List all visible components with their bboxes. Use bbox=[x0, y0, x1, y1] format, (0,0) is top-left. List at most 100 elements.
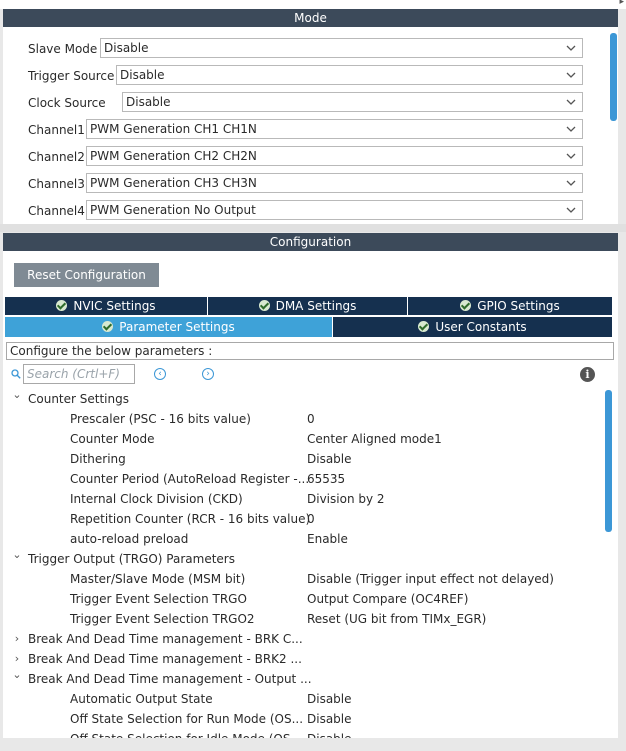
tree-group-row[interactable]: ⌄ Trigger Output (TRGO) Parameters bbox=[3, 548, 603, 569]
check-circle-icon bbox=[460, 300, 472, 311]
tab-user-constants[interactable]: User Constants bbox=[333, 317, 612, 337]
check-circle-icon bbox=[418, 321, 430, 332]
chevron-down-icon bbox=[566, 99, 576, 105]
tab-label: GPIO Settings bbox=[477, 299, 560, 313]
tree-group-label: Counter Settings bbox=[28, 392, 129, 406]
parameter-name: Trigger Event Selection TRGO bbox=[70, 592, 247, 606]
clock-source-label: Clock Source bbox=[28, 96, 106, 110]
chevron-down-icon bbox=[566, 126, 576, 132]
parameter-value[interactable]: Disable (Trigger input effect not delaye… bbox=[307, 569, 554, 589]
parameter-name: Dithering bbox=[70, 452, 126, 466]
slave-mode-select[interactable]: Disable bbox=[100, 38, 583, 58]
channel1-select[interactable]: PWM Generation CH1 CH1N bbox=[86, 119, 583, 139]
parameter-row[interactable]: Master/Slave Mode (MSM bit) Disable (Trig… bbox=[3, 569, 603, 589]
parameter-value[interactable]: Disable bbox=[307, 689, 352, 709]
chevron-down-icon[interactable]: ⌄ bbox=[11, 385, 23, 405]
parameter-value[interactable]: Division by 2 bbox=[307, 489, 385, 509]
search-icon bbox=[11, 369, 21, 379]
parameter-name: Internal Clock Division (CKD) bbox=[70, 492, 243, 506]
check-circle-icon bbox=[102, 321, 114, 332]
parameter-row[interactable]: Off State Selection for Run Mode (OS... D… bbox=[3, 709, 603, 729]
info-icon[interactable]: i bbox=[580, 367, 595, 382]
tab-nvic-settings[interactable]: NVIC Settings bbox=[5, 297, 207, 315]
check-circle-icon bbox=[56, 300, 68, 311]
tab-label: NVIC Settings bbox=[73, 299, 156, 313]
parameter-value[interactable]: 0 bbox=[307, 409, 315, 429]
parameter-name: Off State Selection for Run Mode (OS... bbox=[70, 712, 304, 726]
parameter-value[interactable]: 0 bbox=[307, 509, 315, 529]
chevron-down-icon bbox=[566, 72, 576, 78]
tree-group-row[interactable]: › Break And Dead Time management - BRK C.… bbox=[3, 629, 603, 649]
next-result-icon[interactable]: › bbox=[202, 368, 214, 380]
channel3-value: PWM Generation CH3 CH3N bbox=[90, 176, 257, 190]
parameter-row[interactable]: Counter Period (AutoReload Register -...… bbox=[3, 469, 603, 489]
search-placeholder: Search (Crtl+F) bbox=[27, 367, 120, 381]
config-scrollbar[interactable] bbox=[605, 390, 612, 532]
tab-label: DMA Settings bbox=[275, 299, 357, 313]
parameter-row[interactable]: Counter Mode Center Aligned mode1 bbox=[3, 429, 603, 449]
channel1-label: Channel1 bbox=[28, 123, 85, 137]
chevron-down-icon[interactable]: ⌄ bbox=[11, 545, 23, 565]
tree-group-row[interactable]: ⌄ Break And Dead Time management - Output… bbox=[3, 668, 603, 689]
parameter-row[interactable]: Trigger Event Selection TRGO2 Reset (UG b… bbox=[3, 609, 603, 629]
channel3-select[interactable]: PWM Generation CH3 CH3N bbox=[86, 173, 583, 193]
parameter-row[interactable]: Off State Selection for Idle Mode (OS...… bbox=[3, 729, 603, 738]
channel1-value: PWM Generation CH1 CH1N bbox=[90, 122, 257, 136]
channel2-value: PWM Generation CH2 CH2N bbox=[90, 149, 257, 163]
tree-group-label: Break And Dead Time management - BRK C..… bbox=[28, 632, 303, 646]
channel3-label: Channel3 bbox=[28, 177, 85, 191]
parameter-value[interactable]: Reset (UG bit from TIMx_EGR) bbox=[307, 609, 486, 629]
clock-source-select[interactable]: Disable bbox=[122, 92, 583, 112]
tab-label: Parameter Settings bbox=[119, 320, 235, 334]
parameter-name: auto-reload preload bbox=[70, 532, 189, 546]
tree-group-row[interactable]: › Break And Dead Time management - BRK2 .… bbox=[3, 649, 603, 669]
parameter-name: Counter Mode bbox=[70, 432, 155, 446]
parameter-row[interactable]: Automatic Output State Disable bbox=[3, 689, 603, 709]
parameter-name: Trigger Event Selection TRGO2 bbox=[70, 612, 255, 626]
parameter-row[interactable]: Repetition Counter (RCR - 16 bits value)… bbox=[3, 509, 603, 529]
channel4-label: Channel4 bbox=[28, 204, 85, 218]
bottom-strip bbox=[0, 738, 626, 751]
parameter-row[interactable]: Internal Clock Division (CKD) Division by… bbox=[3, 489, 603, 509]
chevron-down-icon bbox=[566, 45, 576, 51]
panel-divider[interactable] bbox=[0, 224, 626, 232]
channel4-value: PWM Generation No Output bbox=[90, 203, 256, 217]
parameter-name: Automatic Output State bbox=[70, 692, 213, 706]
search-input[interactable]: Search (Crtl+F) bbox=[23, 364, 135, 384]
parameter-value[interactable]: Disable bbox=[307, 709, 352, 729]
parameter-name: Counter Period (AutoReload Register -... bbox=[70, 472, 310, 486]
parameter-value[interactable]: Output Compare (OC4REF) bbox=[307, 589, 468, 609]
previous-result-icon[interactable]: ‹ bbox=[154, 368, 166, 380]
tree-group-label: Break And Dead Time management - BRK2 ..… bbox=[28, 652, 302, 666]
tab-gpio-settings[interactable]: GPIO Settings bbox=[408, 297, 612, 315]
trigger-source-select[interactable]: Disable bbox=[116, 65, 583, 85]
slave-mode-value: Disable bbox=[104, 41, 149, 55]
parameter-value[interactable]: 65535 bbox=[307, 469, 345, 489]
tab-parameter-settings[interactable]: Parameter Settings bbox=[5, 317, 332, 337]
top-strip: ▸ bbox=[0, 0, 626, 9]
parameter-value[interactable]: Enable bbox=[307, 529, 348, 549]
channel2-select[interactable]: PWM Generation CH2 CH2N bbox=[86, 146, 583, 166]
reset-configuration-button[interactable]: Reset Configuration bbox=[14, 263, 159, 287]
chevron-down-icon[interactable]: ⌄ bbox=[11, 665, 23, 685]
configuration-panel: Reset Configuration NVIC Settings DMA Se… bbox=[3, 251, 618, 738]
parameter-value[interactable]: Center Aligned mode1 bbox=[307, 429, 442, 449]
parameter-name: Master/Slave Mode (MSM bit) bbox=[70, 572, 246, 586]
scroll-up-icon[interactable]: ▸ bbox=[619, 0, 624, 7]
parameter-row[interactable]: Prescaler (PSC - 16 bits value) 0 bbox=[3, 409, 603, 429]
tab-dma-settings[interactable]: DMA Settings bbox=[208, 297, 407, 315]
check-circle-icon bbox=[258, 300, 270, 311]
mode-panel: Slave Mode Disable Trigger Source Disabl… bbox=[3, 27, 618, 224]
parameter-row[interactable]: auto-reload preload Enable bbox=[3, 529, 603, 549]
channel4-select[interactable]: PWM Generation No Output bbox=[86, 200, 583, 220]
tree-group-row[interactable]: ⌄ Counter Settings bbox=[3, 388, 603, 409]
parameter-row[interactable]: Dithering Disable bbox=[3, 449, 603, 469]
tab-label: User Constants bbox=[435, 320, 527, 334]
parameters-description: Configure the below parameters : bbox=[6, 342, 614, 360]
chevron-right-icon[interactable]: › bbox=[11, 629, 23, 649]
parameter-value[interactable]: Disable bbox=[307, 729, 352, 738]
chevron-down-icon bbox=[566, 207, 576, 213]
mode-scrollbar[interactable] bbox=[610, 33, 617, 121]
parameter-value[interactable]: Disable bbox=[307, 449, 352, 469]
parameter-row[interactable]: Trigger Event Selection TRGO Output Compa… bbox=[3, 589, 603, 609]
